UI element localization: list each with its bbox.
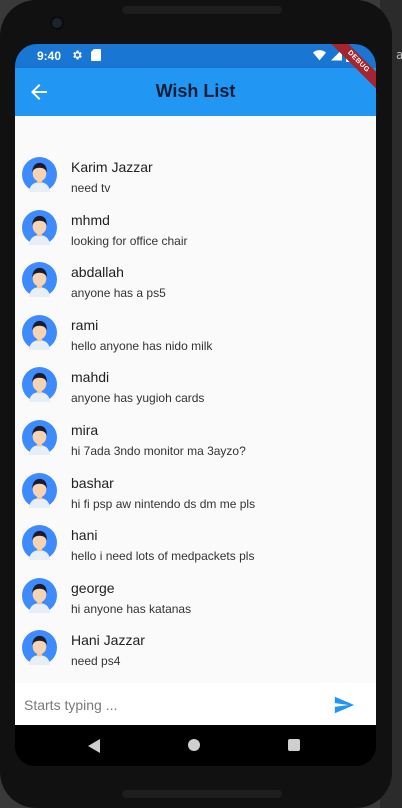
sd-card-icon bbox=[91, 49, 101, 65]
wish-list-body: Karim Jazzar need tv mhmd looking for of… bbox=[15, 116, 376, 683]
wish-message: hello i need lots of medpackets pls bbox=[71, 549, 255, 564]
user-avatar-icon bbox=[22, 525, 57, 561]
message-composer bbox=[15, 683, 376, 725]
wish-message: anyone has yugioh cards bbox=[71, 391, 205, 406]
triangle-back-icon bbox=[88, 739, 100, 753]
list-item[interactable]: mhmd looking for office chair bbox=[15, 203, 376, 256]
front-camera bbox=[50, 16, 64, 30]
list-item[interactable]: mahdi anyone has yugioh cards bbox=[15, 360, 376, 413]
ide-edge-text: a bbox=[396, 48, 402, 62]
wish-message: hi anyone has katanas bbox=[71, 601, 192, 616]
send-button[interactable] bbox=[333, 694, 355, 716]
wish-author: george bbox=[71, 579, 115, 596]
send-icon bbox=[334, 696, 355, 714]
status-bar: 9:40 bbox=[15, 44, 376, 68]
user-avatar-icon bbox=[22, 314, 57, 350]
page-title: Wish List bbox=[155, 81, 236, 101]
phone-frame: 9:40 Wish List DEBUG Karim Jazzar need t… bbox=[0, 0, 392, 808]
list-item[interactable]: mira hi 7ada 3ndo monitor ma 3ayzo? bbox=[15, 413, 376, 466]
user-avatar-icon bbox=[22, 630, 57, 666]
user-avatar-icon bbox=[22, 262, 57, 298]
user-avatar-icon bbox=[22, 472, 57, 508]
wish-author: hani bbox=[71, 527, 98, 544]
wish-author: Hani Jazzar bbox=[71, 632, 145, 649]
list-item[interactable]: abdallah anyone has a ps5 bbox=[15, 255, 376, 308]
wish-author: mira bbox=[71, 421, 99, 438]
wifi-icon bbox=[313, 49, 326, 65]
nav-home-button[interactable] bbox=[188, 739, 200, 751]
list-item[interactable]: bashar hi fi psp aw nintendo ds dm me pl… bbox=[15, 466, 376, 519]
wish-author: bashar bbox=[71, 474, 114, 491]
user-avatar-icon bbox=[22, 367, 57, 403]
wish-message: anyone has a ps5 bbox=[71, 286, 166, 301]
wish-message: hello anyone has nido milk bbox=[71, 338, 213, 353]
app-bar: Wish List bbox=[15, 68, 376, 116]
user-avatar-icon bbox=[22, 419, 57, 455]
list-item[interactable]: george hi anyone has katanas bbox=[15, 571, 376, 624]
wish-author: Karim Jazzar bbox=[71, 159, 153, 175]
list-item[interactable]: Hani Jazzar need ps4 bbox=[15, 623, 376, 676]
device-screen: 9:40 Wish List DEBUG Karim Jazzar need t… bbox=[15, 44, 376, 766]
wish-author: rami bbox=[71, 316, 99, 333]
system-nav-bar bbox=[15, 725, 376, 766]
list-item[interactable]: rami hello anyone has nido milk bbox=[15, 308, 376, 361]
user-avatar-icon bbox=[22, 577, 57, 613]
wish-message: hi 7ada 3ndo monitor ma 3ayzo? bbox=[71, 443, 246, 458]
wish-message: hi fi psp aw nintendo ds dm me pls bbox=[71, 496, 256, 511]
user-avatar-icon bbox=[22, 157, 57, 192]
message-input[interactable] bbox=[22, 693, 316, 717]
nav-recents-button[interactable] bbox=[288, 739, 300, 751]
list-item[interactable]: hani hello i need lots of medpackets pls bbox=[15, 518, 376, 571]
wish-author: abdallah bbox=[71, 264, 124, 281]
speaker-grille bbox=[122, 6, 282, 14]
status-time: 9:40 bbox=[37, 49, 62, 63]
wish-list: Karim Jazzar need tv mhmd looking for of… bbox=[15, 150, 376, 676]
wish-author: mahdi bbox=[71, 369, 110, 386]
wish-message: need ps4 bbox=[71, 654, 121, 669]
wish-message: need tv bbox=[71, 181, 111, 195]
nav-back-button[interactable] bbox=[87, 739, 101, 758]
gear-icon bbox=[71, 49, 83, 65]
user-avatar-icon bbox=[22, 209, 57, 245]
list-item[interactable]: Karim Jazzar need tv bbox=[15, 150, 376, 203]
bottom-grille bbox=[122, 790, 282, 798]
wish-message: looking for office chair bbox=[71, 233, 188, 248]
wish-author: mhmd bbox=[71, 211, 110, 228]
